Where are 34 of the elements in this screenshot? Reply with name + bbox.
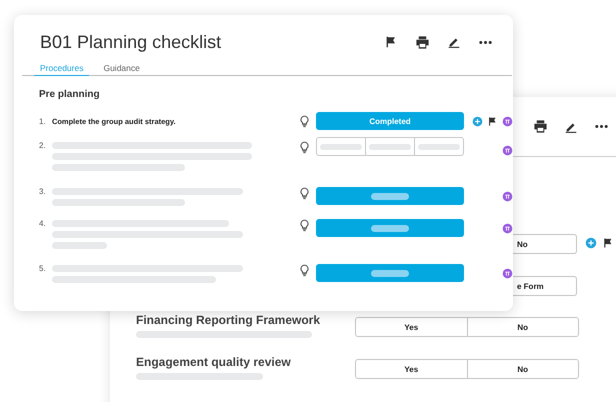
placeholder-bar [371, 270, 409, 276]
placeholder-bar [371, 192, 409, 200]
avatar-icon[interactable] [502, 222, 513, 234]
item-number: 1. [39, 116, 47, 126]
item-number: 3. [39, 187, 47, 196]
lightbulb-icon[interactable] [298, 219, 311, 232]
answer-option[interactable]: No [512, 234, 577, 254]
answer-option[interactable]: No [466, 318, 578, 336]
lightbulb-icon[interactable] [298, 264, 311, 277]
avatar-icon[interactable] [502, 116, 513, 126]
add-icon[interactable] [585, 237, 597, 249]
flag-icon[interactable] [384, 35, 398, 49]
item-number: 2. [39, 141, 47, 150]
item-number: 4. [39, 219, 47, 228]
flag-icon[interactable] [487, 116, 498, 126]
flag-icon[interactable] [602, 237, 614, 249]
print-icon[interactable] [533, 119, 548, 134]
avatar-icon[interactable] [502, 190, 513, 202]
answer-option[interactable]: No [466, 360, 578, 378]
section-heading: Pre planning [39, 89, 101, 100]
lightbulb-icon[interactable] [298, 141, 311, 154]
lightbulb-icon[interactable] [298, 187, 311, 200]
avatar-icon[interactable] [502, 268, 513, 278]
question-title: Financing Reporting Framework [136, 312, 322, 326]
answer-option[interactable]: e Form [512, 276, 577, 296]
print-icon[interactable] [415, 34, 430, 50]
avatar-icon[interactable] [502, 144, 513, 156]
question-title: Engagement quality review [136, 354, 292, 368]
add-icon[interactable] [472, 116, 483, 126]
checklist-title: B01 Planning checklist [40, 32, 222, 52]
tab[interactable]: Guidance [97, 61, 146, 76]
lightbulb-icon[interactable] [298, 114, 311, 128]
item-number: 5. [39, 264, 47, 273]
placeholder-bar [371, 224, 409, 232]
